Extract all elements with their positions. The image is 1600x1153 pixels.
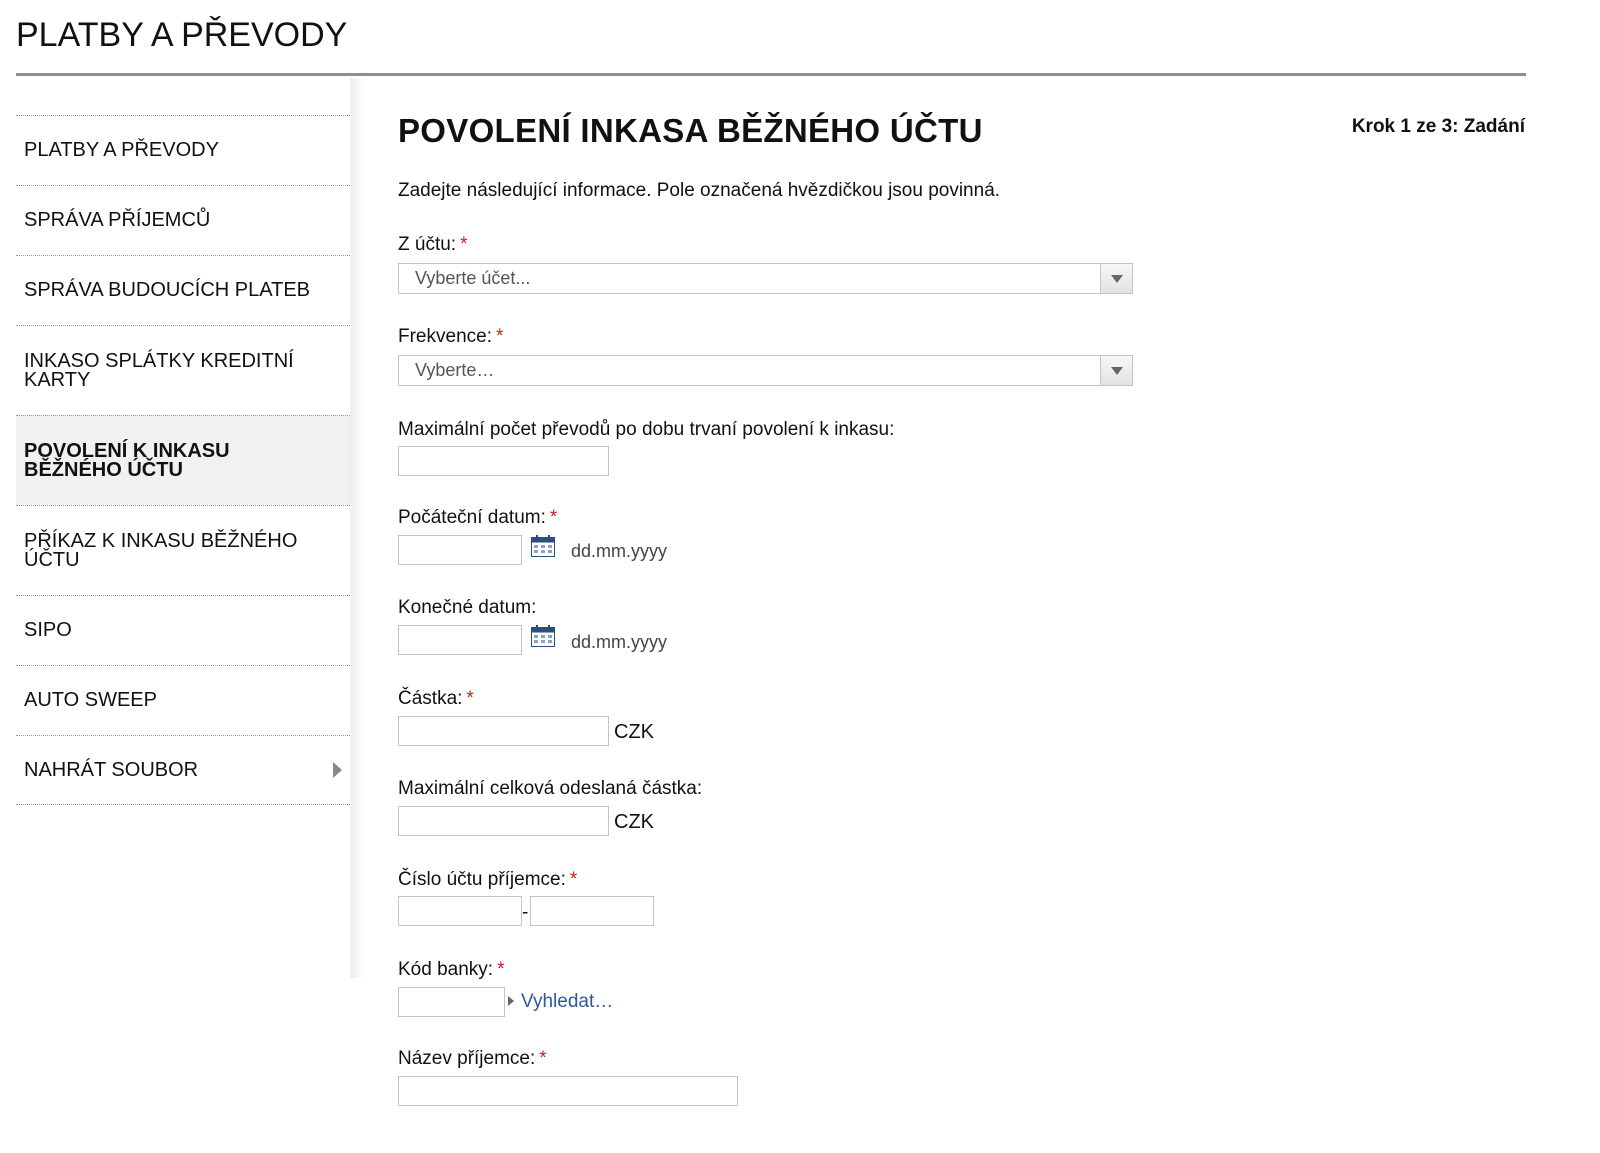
sidebar-item-label: INKASO SPLÁTKY KREDITNÍ KARTY [24,349,294,391]
start-date-format-hint: dd.mm.yyyy [571,541,668,561]
sidebar-item-nahrat-soubor[interactable]: NAHRÁT SOUBOR [16,735,350,805]
sidebar-item-label: NAHRÁT SOUBOR [24,758,199,781]
max-transfers-label: Maximální počet převodů po dobu trvaní p… [398,419,895,440]
recipient-name-label: Název příjemce: * [398,1048,547,1069]
max-transfers-input[interactable] [398,446,609,476]
end-date-input[interactable] [398,625,522,655]
sidebar-item-label: AUTO SWEEP [24,689,157,711]
sidebar-item-prikaz-k-inkasu[interactable]: PŘÍKAZ K INKASU BĚŽNÉHO ÚČTU [16,505,350,595]
triangle-right-icon [508,996,514,1006]
amount-label: Částka: * [398,688,474,709]
sidebar-item-inkaso-splatky-kreditni-karty[interactable]: INKASO SPLÁTKY KREDITNÍ KARTY [16,325,350,415]
sidebar-item-sipo[interactable]: SIPO [16,595,350,665]
max-total-currency: CZK [614,811,654,833]
from-account-select[interactable]: Vyberte účet... [398,263,1133,294]
calendar-icon[interactable] [531,625,555,647]
recipient-name-input[interactable] [398,1076,738,1106]
required-marker: * [549,507,558,528]
required-marker: * [466,688,474,709]
end-date-label: Konečné datum: [398,597,537,618]
recipient-account-label: Číslo účtu příjemce: * [398,869,578,890]
required-marker: * [460,234,468,255]
chevron-down-icon[interactable] [1100,356,1132,385]
sidebar-item-sprava-budoucich-plateb[interactable]: SPRÁVA BUDOUCÍCH PLATEB [16,255,350,325]
bank-code-label: Kód banky: * [398,959,505,980]
required-marker: * [569,869,578,890]
sidebar-item-sprava-prijemcu[interactable]: SPRÁVA PŘÍJEMCŮ [16,185,350,255]
page-title: PLATBY A PŘEVODY [16,16,348,54]
required-marker: * [539,1048,547,1069]
sidebar-item-label: SIPO [24,619,72,641]
form-intro: Zadejte následující informace. Pole ozna… [398,180,1001,201]
sidebar-item-platby-a-prevody[interactable]: PLATBY A PŘEVODY [16,115,350,185]
required-marker: * [495,326,504,347]
form-heading: POVOLENÍ INKASA BĚŽNÉHO ÚČTU [398,112,983,149]
chevron-right-icon [333,762,342,778]
title-divider [16,73,1526,76]
start-date-input[interactable] [398,535,522,565]
sidebar-item-label: PŘÍKAZ K INKASU BĚŽNÉHO ÚČTU [24,529,298,571]
bank-code-input[interactable] [398,987,505,1017]
step-indicator: Krok 1 ze 3: Zadání [1351,116,1525,137]
recipient-account-prefix-input[interactable] [398,896,522,926]
end-date-format-hint: dd.mm.yyyy [571,632,668,652]
start-date-label: Počáteční datum: * [398,507,558,528]
sidebar-item-label: SPRÁVA BUDOUCÍCH PLATEB [24,279,310,301]
sidebar-shadow [350,78,364,978]
recipient-account-number-input[interactable] [530,896,654,926]
sidebar-item-auto-sweep[interactable]: AUTO SWEEP [16,665,350,735]
sidebar-item-label: SPRÁVA PŘÍJEMCŮ [24,209,211,231]
chevron-down-icon[interactable] [1100,264,1132,293]
calendar-icon[interactable] [531,535,555,557]
from-account-label: Z účtu: * [398,234,468,255]
amount-currency: CZK [614,721,654,743]
bank-lookup-link[interactable]: Vyhledat… [521,991,613,1013]
max-total-label: Maximální celková odeslaná částka: [398,778,703,799]
frequency-label: Frekvence: * [398,326,504,347]
required-marker: * [497,959,505,980]
account-separator: - [522,902,529,923]
sidebar-nav: PLATBY A PŘEVODY SPRÁVA PŘÍJEMCŮ SPRÁVA … [16,115,350,805]
sidebar-item-label: POVOLENÍ K INKASU BĚŽNÉHO ÚČTU [24,439,230,481]
frequency-select[interactable]: Vyberte… [398,355,1133,386]
amount-input[interactable] [398,716,609,746]
frequency-value: Vyberte… [415,360,495,380]
from-account-value: Vyberte účet... [415,268,531,288]
sidebar-item-povoleni-k-inkasu[interactable]: POVOLENÍ K INKASU BĚŽNÉHO ÚČTU [16,415,350,505]
max-total-input[interactable] [398,806,609,836]
sidebar-item-label: PLATBY A PŘEVODY [24,139,219,161]
